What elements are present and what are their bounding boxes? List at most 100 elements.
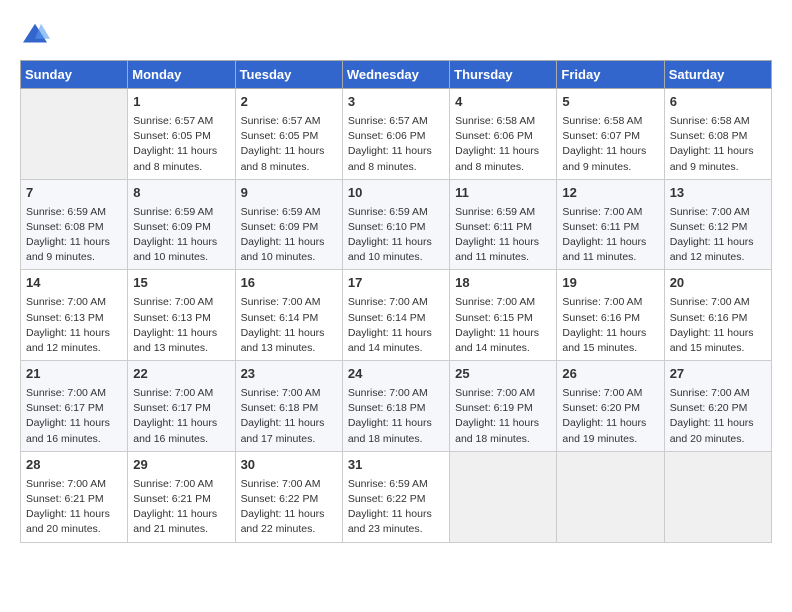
calendar-cell: 31 Sunrise: 6:59 AM Sunset: 6:22 PM Dayli… — [342, 451, 449, 542]
week-row-5: 28Sunrise: 7:00 AM Sunset: 6:21 PM Dayli… — [21, 451, 772, 542]
day-info: Sunrise: 7:00 AM Sunset: 6:15 PM Dayligh… — [455, 295, 551, 356]
weekday-header-friday: Friday — [557, 61, 664, 89]
calendar-cell — [21, 89, 128, 180]
logo — [20, 20, 54, 50]
day-info: Sunrise: 7:00 AM Sunset: 6:11 PM Dayligh… — [562, 205, 658, 266]
day-info: Sunrise: 7:00 AM Sunset: 6:16 PM Dayligh… — [670, 295, 766, 356]
calendar-cell: 11Sunrise: 6:59 AM Sunset: 6:11 PM Dayli… — [450, 179, 557, 270]
calendar-cell: 9Sunrise: 6:59 AM Sunset: 6:09 PM Daylig… — [235, 179, 342, 270]
day-number: 26 — [562, 365, 658, 384]
day-info: Sunrise: 7:00 AM Sunset: 6:18 PM Dayligh… — [348, 386, 444, 447]
day-number: 20 — [670, 274, 766, 293]
week-row-2: 7 Sunrise: 6:59 AM Sunset: 6:08 PM Daylig… — [21, 179, 772, 270]
calendar-cell: 24 Sunrise: 7:00 AM Sunset: 6:18 PM Dayli… — [342, 361, 449, 452]
day-number: 28 — [26, 456, 122, 475]
calendar-cell: 16 Sunrise: 7:00 AM Sunset: 6:14 PM Dayli… — [235, 270, 342, 361]
calendar-cell: 13 Sunrise: 7:00 AM Sunset: 6:12 PM Dayli… — [664, 179, 771, 270]
day-number: 7 — [26, 184, 122, 203]
weekday-header-wednesday: Wednesday — [342, 61, 449, 89]
calendar-cell: 12 Sunrise: 7:00 AM Sunset: 6:11 PM Dayli… — [557, 179, 664, 270]
day-number: 6 — [670, 93, 766, 112]
calendar-cell: 18 Sunrise: 7:00 AM Sunset: 6:15 PM Dayli… — [450, 270, 557, 361]
calendar-cell: 29Sunrise: 7:00 AM Sunset: 6:21 PM Dayli… — [128, 451, 235, 542]
week-row-4: 21 Sunrise: 7:00 AM Sunset: 6:17 PM Dayli… — [21, 361, 772, 452]
weekday-header-monday: Monday — [128, 61, 235, 89]
weekday-header-tuesday: Tuesday — [235, 61, 342, 89]
day-info: Sunrise: 7:00 AM Sunset: 6:14 PM Dayligh… — [348, 295, 444, 356]
day-info: Sunrise: 6:59 AM Sunset: 6:10 PM Dayligh… — [348, 205, 444, 266]
calendar-cell: 15 Sunrise: 7:00 AM Sunset: 6:13 PM Dayli… — [128, 270, 235, 361]
day-number: 16 — [241, 274, 337, 293]
day-info: Sunrise: 7:00 AM Sunset: 6:19 PM Dayligh… — [455, 386, 551, 447]
day-number: 30 — [241, 456, 337, 475]
day-number: 11 — [455, 184, 551, 203]
calendar-cell: 30 Sunrise: 7:00 AM Sunset: 6:22 PM Dayli… — [235, 451, 342, 542]
day-info: Sunrise: 6:57 AM Sunset: 6:06 PM Dayligh… — [348, 114, 444, 175]
calendar-cell: 19 Sunrise: 7:00 AM Sunset: 6:16 PM Dayli… — [557, 270, 664, 361]
logo-icon — [20, 20, 50, 50]
day-info: Sunrise: 7:00 AM Sunset: 6:18 PM Dayligh… — [241, 386, 337, 447]
calendar-cell: 23 Sunrise: 7:00 AM Sunset: 6:18 PM Dayli… — [235, 361, 342, 452]
day-info: Sunrise: 6:59 AM Sunset: 6:08 PM Dayligh… — [26, 205, 122, 266]
day-info: Sunrise: 7:00 AM Sunset: 6:17 PM Dayligh… — [133, 386, 229, 447]
day-number: 18 — [455, 274, 551, 293]
calendar-cell: 2Sunrise: 6:57 AM Sunset: 6:05 PM Daylig… — [235, 89, 342, 180]
day-number: 5 — [562, 93, 658, 112]
weekday-header-row: SundayMondayTuesdayWednesdayThursdayFrid… — [21, 61, 772, 89]
calendar-cell: 17 Sunrise: 7:00 AM Sunset: 6:14 PM Dayli… — [342, 270, 449, 361]
day-info: Sunrise: 7:00 AM Sunset: 6:20 PM Dayligh… — [562, 386, 658, 447]
calendar-cell: 20 Sunrise: 7:00 AM Sunset: 6:16 PM Dayli… — [664, 270, 771, 361]
day-info: Sunrise: 7:00 AM Sunset: 6:12 PM Dayligh… — [670, 205, 766, 266]
day-info: Sunrise: 7:00 AM Sunset: 6:16 PM Dayligh… — [562, 295, 658, 356]
day-info: Sunrise: 6:59 AM Sunset: 6:09 PM Dayligh… — [133, 205, 229, 266]
day-info: Sunrise: 7:00 AM Sunset: 6:17 PM Dayligh… — [26, 386, 122, 447]
weekday-header-saturday: Saturday — [664, 61, 771, 89]
day-number: 23 — [241, 365, 337, 384]
day-info: Sunrise: 7:00 AM Sunset: 6:22 PM Dayligh… — [241, 477, 337, 538]
day-info: Sunrise: 6:58 AM Sunset: 6:07 PM Dayligh… — [562, 114, 658, 175]
day-number: 31 — [348, 456, 444, 475]
day-info: Sunrise: 6:57 AM Sunset: 6:05 PM Dayligh… — [241, 114, 337, 175]
calendar-cell: 25 Sunrise: 7:00 AM Sunset: 6:19 PM Dayli… — [450, 361, 557, 452]
day-info: Sunrise: 6:59 AM Sunset: 6:09 PM Dayligh… — [241, 205, 337, 266]
weekday-header-sunday: Sunday — [21, 61, 128, 89]
day-number: 10 — [348, 184, 444, 203]
day-info: Sunrise: 6:57 AM Sunset: 6:05 PM Dayligh… — [133, 114, 229, 175]
calendar-cell — [664, 451, 771, 542]
day-info: Sunrise: 7:00 AM Sunset: 6:13 PM Dayligh… — [133, 295, 229, 356]
calendar-cell — [557, 451, 664, 542]
day-info: Sunrise: 6:58 AM Sunset: 6:06 PM Dayligh… — [455, 114, 551, 175]
calendar-cell: 8Sunrise: 6:59 AM Sunset: 6:09 PM Daylig… — [128, 179, 235, 270]
day-number: 25 — [455, 365, 551, 384]
weekday-header-thursday: Thursday — [450, 61, 557, 89]
calendar-cell: 6Sunrise: 6:58 AM Sunset: 6:08 PM Daylig… — [664, 89, 771, 180]
calendar-cell: 4Sunrise: 6:58 AM Sunset: 6:06 PM Daylig… — [450, 89, 557, 180]
calendar-cell: 21 Sunrise: 7:00 AM Sunset: 6:17 PM Dayli… — [21, 361, 128, 452]
day-number: 3 — [348, 93, 444, 112]
day-info: Sunrise: 7:00 AM Sunset: 6:14 PM Dayligh… — [241, 295, 337, 356]
day-number: 13 — [670, 184, 766, 203]
day-number: 21 — [26, 365, 122, 384]
calendar-cell — [450, 451, 557, 542]
calendar-table: SundayMondayTuesdayWednesdayThursdayFrid… — [20, 60, 772, 543]
day-info: Sunrise: 7:00 AM Sunset: 6:20 PM Dayligh… — [670, 386, 766, 447]
page-header — [20, 20, 772, 50]
day-number: 24 — [348, 365, 444, 384]
week-row-3: 14 Sunrise: 7:00 AM Sunset: 6:13 PM Dayli… — [21, 270, 772, 361]
calendar-cell: 10 Sunrise: 6:59 AM Sunset: 6:10 PM Dayli… — [342, 179, 449, 270]
day-number: 15 — [133, 274, 229, 293]
week-row-1: 1 Sunrise: 6:57 AM Sunset: 6:05 PM Daylig… — [21, 89, 772, 180]
calendar-cell: 22Sunrise: 7:00 AM Sunset: 6:17 PM Dayli… — [128, 361, 235, 452]
day-number: 1 — [133, 93, 229, 112]
day-number: 17 — [348, 274, 444, 293]
day-info: Sunrise: 6:59 AM Sunset: 6:22 PM Dayligh… — [348, 477, 444, 538]
day-info: Sunrise: 7:00 AM Sunset: 6:13 PM Dayligh… — [26, 295, 122, 356]
calendar-cell: 27 Sunrise: 7:00 AM Sunset: 6:20 PM Dayli… — [664, 361, 771, 452]
day-number: 19 — [562, 274, 658, 293]
day-number: 12 — [562, 184, 658, 203]
day-number: 27 — [670, 365, 766, 384]
calendar-cell: 26 Sunrise: 7:00 AM Sunset: 6:20 PM Dayli… — [557, 361, 664, 452]
day-number: 14 — [26, 274, 122, 293]
calendar-cell: 1 Sunrise: 6:57 AM Sunset: 6:05 PM Daylig… — [128, 89, 235, 180]
calendar-cell: 7 Sunrise: 6:59 AM Sunset: 6:08 PM Daylig… — [21, 179, 128, 270]
